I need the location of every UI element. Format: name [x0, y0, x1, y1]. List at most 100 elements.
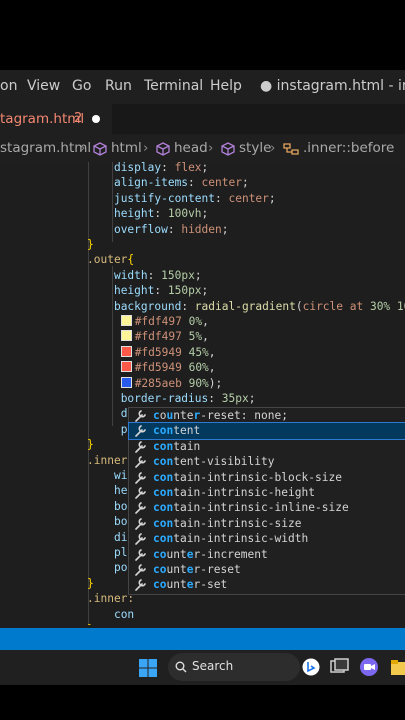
chevron-right-icon: › [80, 140, 86, 156]
autocomplete-label: contain-intrinsic-height [153, 486, 315, 499]
code-line[interactable]: #fd5949 60%, [87, 360, 216, 376]
color-swatch-icon[interactable] [120, 345, 132, 357]
window-title: ● instagram.html - index - [260, 78, 405, 94]
code-token: 100vh [167, 207, 202, 221]
color-swatch-icon[interactable] [120, 315, 132, 326]
code-line[interactable]: } [87, 576, 94, 592]
code-token: 150px [161, 268, 195, 282]
symbol-cube-icon [221, 142, 235, 156]
code-line[interactable]: #fd5949 45%, [87, 345, 216, 361]
autocomplete-item[interactable]: contain [129, 439, 405, 454]
autocomplete-label: contain [153, 439, 201, 453]
wrench-icon [135, 440, 146, 453]
autocomplete-item[interactable]: counter-increment [129, 547, 405, 562]
code-line[interactable]: background: radial-gradient(circle at 30… [87, 299, 405, 315]
code-token: } [87, 438, 94, 452]
wrench-icon [135, 548, 146, 561]
code-token: ; [241, 176, 249, 190]
code-token: } [87, 623, 94, 625]
autocomplete-item[interactable]: contain-intrinsic-block-size [129, 470, 405, 485]
code-line[interactable]: height: 100vh; [87, 206, 208, 222]
breadcrumb-item-style[interactable]: style [239, 140, 271, 156]
autocomplete-item[interactable]: contain-intrinsic-size [129, 516, 405, 531]
autocomplete-dropdown[interactable]: counter-reset: none; content contain conten… [128, 407, 405, 595]
autocomplete-item[interactable]: counter-set [129, 577, 405, 592]
code-line[interactable]: #fdf497 5%, [87, 329, 209, 345]
code-line[interactable]: } [87, 622, 94, 625]
code-line[interactable]: height: 150px; [87, 283, 208, 299]
code-token: : [161, 162, 175, 174]
code-token: circle at [302, 299, 370, 313]
menu-item-view[interactable]: View [27, 78, 60, 94]
code-token: : [208, 392, 222, 405]
code-token: center [201, 176, 242, 190]
code-line[interactable]: #fdf497 0%, [87, 314, 209, 330]
vscode-window: on View Go Run Terminal Help ● instagram… [0, 70, 405, 685]
wrench-icon [135, 471, 146, 484]
autocomplete-item[interactable]: content [128, 422, 405, 440]
autocomplete-item[interactable]: content-visibility [129, 454, 405, 469]
code-line[interactable]: .outer{ [87, 252, 134, 268]
menu-item-terminal[interactable]: Terminal [144, 78, 203, 94]
code-line[interactable]: #285aeb 90%); [87, 376, 222, 392]
code-token: ; [221, 222, 229, 236]
menu-item-selection[interactable]: on [0, 78, 17, 94]
code-token: 90% [181, 376, 209, 390]
code-token: radial-gradient [194, 299, 296, 313]
breadcrumb-file[interactable]: stagram.html [0, 140, 91, 156]
color-swatch-icon[interactable] [120, 361, 132, 373]
code-token: #fdf497 [134, 330, 182, 344]
menu-item-go[interactable]: Go [72, 78, 91, 94]
tab-instagram-html[interactable]: tagram.html 2 [0, 104, 112, 135]
code-token: background [113, 299, 182, 313]
code-token: flex [174, 162, 202, 174]
code-line[interactable]: display: flex; [87, 162, 208, 176]
autocomplete-item[interactable]: contain-intrinsic-height [129, 485, 405, 500]
color-swatch-icon[interactable] [120, 376, 132, 388]
code-token: ; [268, 191, 276, 205]
code-line[interactable]: align-items: center; [87, 175, 249, 191]
code-token: : [215, 191, 229, 205]
file-explorer-icon[interactable] [391, 658, 405, 676]
code-token: .inner [87, 453, 128, 467]
code-line[interactable]: border-radius: 35px; [87, 391, 256, 407]
code-line[interactable]: width: 150px; [87, 268, 202, 284]
color-swatch-icon[interactable] [120, 330, 132, 342]
code-token: : [154, 284, 168, 298]
chevron-right-icon: › [270, 140, 276, 156]
wrench-icon [135, 564, 146, 576]
code-line[interactable]: } [87, 437, 94, 453]
menu-item-run[interactable]: Run [105, 78, 132, 94]
code-token: , [202, 315, 209, 328]
code-token: } [87, 576, 94, 590]
taskbar-search-box[interactable]: Search [168, 653, 320, 681]
chevron-right-icon: › [208, 140, 214, 156]
code-token: ); [208, 376, 223, 390]
chevron-right-icon: › [143, 140, 149, 156]
task-view-icon[interactable] [330, 658, 350, 676]
windows-start-icon[interactable] [139, 659, 157, 677]
code-token: ; [194, 268, 202, 282]
bing-icon[interactable] [302, 658, 320, 676]
chat-app-icon[interactable] [359, 657, 379, 677]
breadcrumb-item-html[interactable]: html [111, 140, 142, 156]
code-line[interactable]: overflow: hidden; [87, 222, 229, 238]
menu-item-help[interactable]: Help [210, 78, 242, 94]
code-line[interactable]: justify-content: center; [87, 191, 276, 207]
autocomplete-item[interactable]: counter-reset [129, 562, 405, 577]
status-bar [0, 628, 405, 650]
code-token: 35px [221, 392, 249, 405]
breadcrumb-item-selector[interactable]: .inner::before [303, 140, 394, 156]
code-token: : [154, 207, 168, 221]
autocomplete-item[interactable]: contain-intrinsic-width [129, 531, 405, 546]
wrench-icon [135, 517, 146, 530]
code-token: width [113, 268, 148, 282]
code-line[interactable]: } [87, 237, 94, 253]
autocomplete-item[interactable]: counter-reset: none; [129, 408, 405, 423]
autocomplete-item[interactable]: contain-intrinsic-inline-size [129, 500, 405, 515]
code-token: : [181, 299, 195, 313]
unsaved-dot-icon[interactable] [92, 115, 100, 123]
code-token: : [188, 176, 202, 190]
code-line[interactable]: con [87, 607, 134, 623]
breadcrumb-item-head[interactable]: head [174, 140, 208, 156]
